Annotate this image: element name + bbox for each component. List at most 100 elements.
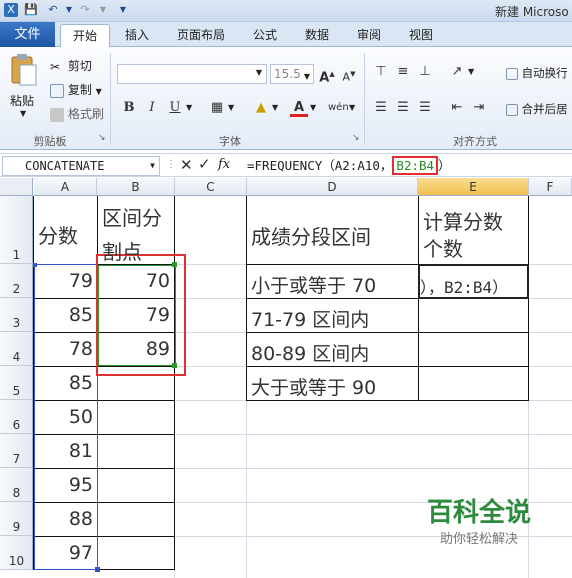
wrap-text-button[interactable]: 自动换行 (506, 65, 568, 81)
excel-app-icon[interactable]: X (4, 3, 18, 17)
copy-dropdown-icon[interactable]: ▼ (96, 87, 102, 96)
redo-icon[interactable]: ↷ (78, 3, 92, 17)
align-right-icon[interactable]: ☰ (416, 99, 434, 117)
cell-a10[interactable]: 97 (34, 542, 97, 564)
tab-review[interactable]: 审阅 (348, 24, 390, 47)
enter-check-icon[interactable]: ✓ (198, 155, 211, 173)
merge-center-button[interactable]: 合并后居 (506, 101, 568, 117)
cell-b2[interactable]: 70 (98, 270, 174, 292)
name-box[interactable]: CONCATENATE ▼ (2, 156, 160, 176)
cell-d4[interactable]: 80-89 区间内 (251, 339, 369, 366)
chevron-down-icon[interactable]: ▼ (256, 68, 262, 77)
cell-b4[interactable]: 89 (98, 338, 174, 360)
cancel-icon[interactable]: ✕ (180, 156, 193, 174)
selection-handle[interactable] (172, 262, 177, 267)
font-name-combo[interactable]: ▼ (117, 64, 267, 84)
undo-icon[interactable]: ↶ (46, 3, 60, 17)
italic-button[interactable]: I (143, 99, 161, 117)
row-header[interactable]: 8 (0, 468, 33, 502)
cell-e2[interactable]: ），B2:B4） (420, 274, 527, 298)
column-header-d[interactable]: D (247, 178, 418, 196)
chevron-down-icon[interactable]: ▼ (310, 103, 316, 112)
column-header-c[interactable]: C (175, 178, 247, 196)
column-header-b[interactable]: B (97, 178, 175, 196)
cell-a7[interactable]: 81 (34, 440, 97, 462)
font-color-icon[interactable]: A (290, 99, 308, 117)
cell-b3[interactable]: 79 (98, 304, 174, 326)
tab-page-layout[interactable]: 页面布局 (168, 24, 234, 47)
column-header-a[interactable]: A (34, 178, 97, 196)
tab-data[interactable]: 数据 (296, 24, 338, 47)
chevron-down-icon[interactable]: ▼ (468, 67, 474, 76)
orientation-icon[interactable]: ↗ (448, 63, 466, 81)
chevron-down-icon[interactable]: ▼ (186, 103, 192, 112)
font-size-combo[interactable]: 15.5 ▼ (270, 64, 314, 84)
tab-home[interactable]: 开始 (60, 24, 110, 48)
cell-e1-line2[interactable]: 个数 (423, 233, 463, 262)
tab-formulas[interactable]: 公式 (244, 24, 286, 47)
selection-handle[interactable] (172, 363, 177, 368)
chevron-down-icon[interactable]: ▼ (349, 103, 355, 112)
selection-handle[interactable] (95, 567, 100, 572)
underline-button[interactable]: U (166, 99, 184, 117)
font-launcher-icon[interactable]: ↘ (352, 133, 360, 143)
row-header[interactable]: 9 (0, 502, 33, 536)
chevron-down-icon[interactable]: ▼ (228, 103, 234, 112)
clipboard-launcher-icon[interactable]: ↘ (98, 133, 106, 143)
cell-a5[interactable]: 85 (34, 372, 97, 394)
cell-a3[interactable]: 85 (34, 304, 97, 326)
cell-a9[interactable]: 88 (34, 508, 97, 530)
cell-e1-line1[interactable]: 计算分数 (423, 206, 503, 235)
increase-indent-icon[interactable]: ⇥ (470, 99, 488, 117)
row-header[interactable]: 4 (0, 332, 33, 366)
redo-dropdown-icon[interactable]: ▼ (96, 3, 110, 17)
align-middle-icon[interactable]: ≡ (394, 63, 412, 81)
column-header-f[interactable]: F (529, 178, 572, 196)
row-header[interactable]: 6 (0, 400, 33, 434)
borders-icon[interactable]: ▦ (208, 99, 226, 117)
cut-button[interactable]: ✂ 剪切 (50, 57, 92, 74)
bold-button[interactable]: B (120, 99, 138, 117)
chevron-down-icon[interactable]: ▼ (150, 157, 155, 175)
tab-insert[interactable]: 插入 (114, 24, 160, 47)
save-icon[interactable]: 💾 (24, 3, 38, 17)
selection-handle[interactable] (33, 263, 37, 267)
row-header[interactable]: 10 (0, 536, 33, 570)
column-header-e[interactable]: E (418, 178, 529, 196)
undo-dropdown-icon[interactable]: ▼ (62, 3, 76, 17)
copy-button[interactable]: 复制 ▼ (50, 81, 102, 98)
customize-toolbar-icon[interactable]: ▼ (116, 3, 130, 17)
row-header[interactable]: 2 (0, 264, 33, 298)
cell-a2[interactable]: 79 (34, 270, 97, 292)
format-painter-button[interactable]: 格式刷 (50, 105, 104, 122)
resize-handle-icon[interactable]: ⋮ (166, 159, 176, 171)
chevron-down-icon[interactable]: ▼ (304, 68, 310, 86)
cell-d1[interactable]: 成绩分段区间 (251, 221, 371, 250)
cell-a8[interactable]: 95 (34, 474, 97, 496)
cell-a1[interactable]: 分数 (38, 220, 78, 249)
decrease-indent-icon[interactable]: ⇤ (448, 99, 466, 117)
tab-file[interactable]: 文件 (0, 22, 55, 47)
align-top-icon[interactable]: ⊤ (372, 63, 390, 81)
grow-font-icon[interactable]: A▲ (318, 65, 336, 85)
row-header[interactable]: 7 (0, 434, 33, 468)
row-header[interactable]: 5 (0, 366, 33, 400)
paste-icon[interactable] (8, 53, 38, 87)
row-header[interactable]: 3 (0, 298, 33, 332)
chevron-down-icon[interactable]: ▼ (272, 103, 278, 112)
align-left-icon[interactable]: ☰ (372, 99, 390, 117)
cell-b1-line1[interactable]: 区间分 (102, 202, 162, 231)
tab-view[interactable]: 视图 (400, 24, 442, 47)
shrink-font-icon[interactable]: A▼ (340, 65, 358, 84)
row-header[interactable]: 1 (0, 196, 33, 264)
cell-d3[interactable]: 71-79 区间内 (251, 305, 369, 332)
select-all-corner[interactable] (0, 178, 33, 196)
cell-a6[interactable]: 50 (34, 406, 97, 428)
align-bottom-icon[interactable]: ⊥ (416, 63, 434, 81)
paste-label[interactable]: 粘贴 (10, 92, 34, 109)
phonetic-guide-icon[interactable]: wén (328, 99, 349, 117)
insert-function-icon[interactable]: fx (218, 157, 230, 172)
cell-b1-line2[interactable]: 割点 (102, 236, 142, 265)
paste-dropdown-icon[interactable]: ▼ (20, 109, 26, 118)
cell-a4[interactable]: 78 (34, 338, 97, 360)
